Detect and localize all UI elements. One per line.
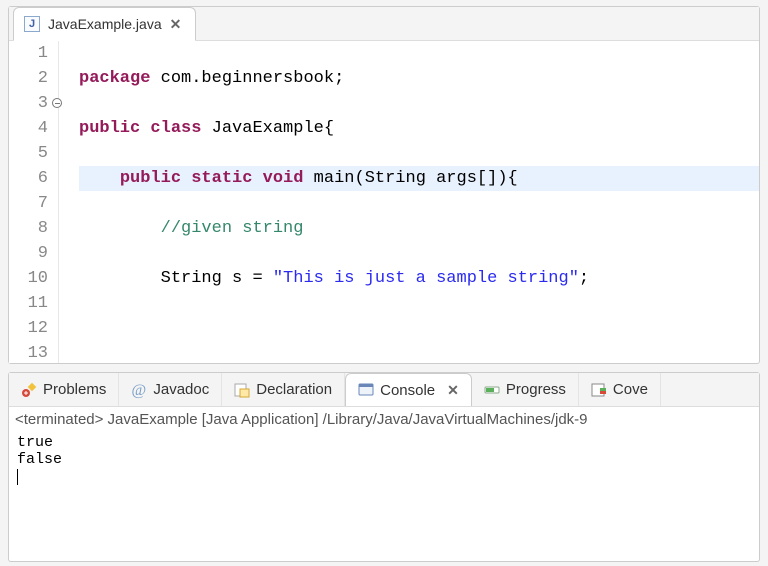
editor-pane: J JavaExample.java ✕ 1 2 3 4 5 6 7 8 9 1… [8, 6, 760, 364]
line-number: 4 [38, 119, 48, 138]
console-line: true [17, 434, 751, 451]
line-number: 13 [28, 344, 48, 363]
tab-label: Problems [43, 381, 106, 398]
line-number: 8 [38, 219, 48, 238]
line-number-gutter: 1 2 3 4 5 6 7 8 9 10 11 12 13 [9, 41, 59, 363]
text-cursor [17, 469, 18, 485]
tab-label: Cove [613, 381, 648, 398]
editor-tab-label: JavaExample.java [48, 16, 162, 32]
java-file-icon: J [24, 16, 40, 32]
line-number: 10 [28, 269, 48, 288]
tab-label: Javadoc [153, 381, 209, 398]
close-icon[interactable]: ✕ [170, 16, 182, 33]
tab-label: Console [380, 382, 435, 399]
line-number: 12 [28, 319, 48, 338]
code-area[interactable]: 1 2 3 4 5 6 7 8 9 10 11 12 13 package co… [9, 41, 759, 363]
line-number: 3 [38, 94, 48, 113]
line-number: 2 [38, 69, 48, 88]
code-text[interactable]: package com.beginnersbook; public class … [59, 41, 759, 363]
console-cursor-line [17, 468, 751, 485]
view-tabbar: Problems @ Javadoc Declaration Console ✕… [9, 373, 759, 407]
line-number: 7 [38, 194, 48, 213]
console-icon [358, 382, 374, 398]
console-header: <terminated> JavaExample [Java Applicati… [9, 407, 759, 430]
tab-console[interactable]: Console ✕ [345, 373, 472, 407]
bottom-pane: Problems @ Javadoc Declaration Console ✕… [8, 372, 760, 562]
fold-toggle-icon[interactable] [52, 98, 62, 108]
editor-tabbar: J JavaExample.java ✕ [9, 7, 759, 41]
console-line: false [17, 451, 751, 468]
console-output[interactable]: true false [9, 430, 759, 561]
tab-coverage[interactable]: Cove [579, 373, 661, 407]
tab-label: Declaration [256, 381, 332, 398]
line-number: 1 [38, 44, 48, 63]
line-number: 6 [38, 169, 48, 188]
tab-declaration[interactable]: Declaration [222, 373, 345, 407]
javadoc-icon: @ [131, 382, 147, 398]
close-icon[interactable]: ✕ [447, 382, 459, 399]
tab-problems[interactable]: Problems [9, 373, 119, 407]
coverage-icon [591, 382, 607, 398]
problems-icon [21, 382, 37, 398]
line-number: 9 [38, 244, 48, 263]
progress-icon [484, 382, 500, 398]
tab-label: Progress [506, 381, 566, 398]
tab-progress[interactable]: Progress [472, 373, 579, 407]
line-number: 5 [38, 144, 48, 163]
editor-tab-javaexample[interactable]: J JavaExample.java ✕ [13, 7, 196, 41]
declaration-icon [234, 382, 250, 398]
line-number: 11 [28, 294, 48, 313]
tab-javadoc[interactable]: @ Javadoc [119, 373, 222, 407]
